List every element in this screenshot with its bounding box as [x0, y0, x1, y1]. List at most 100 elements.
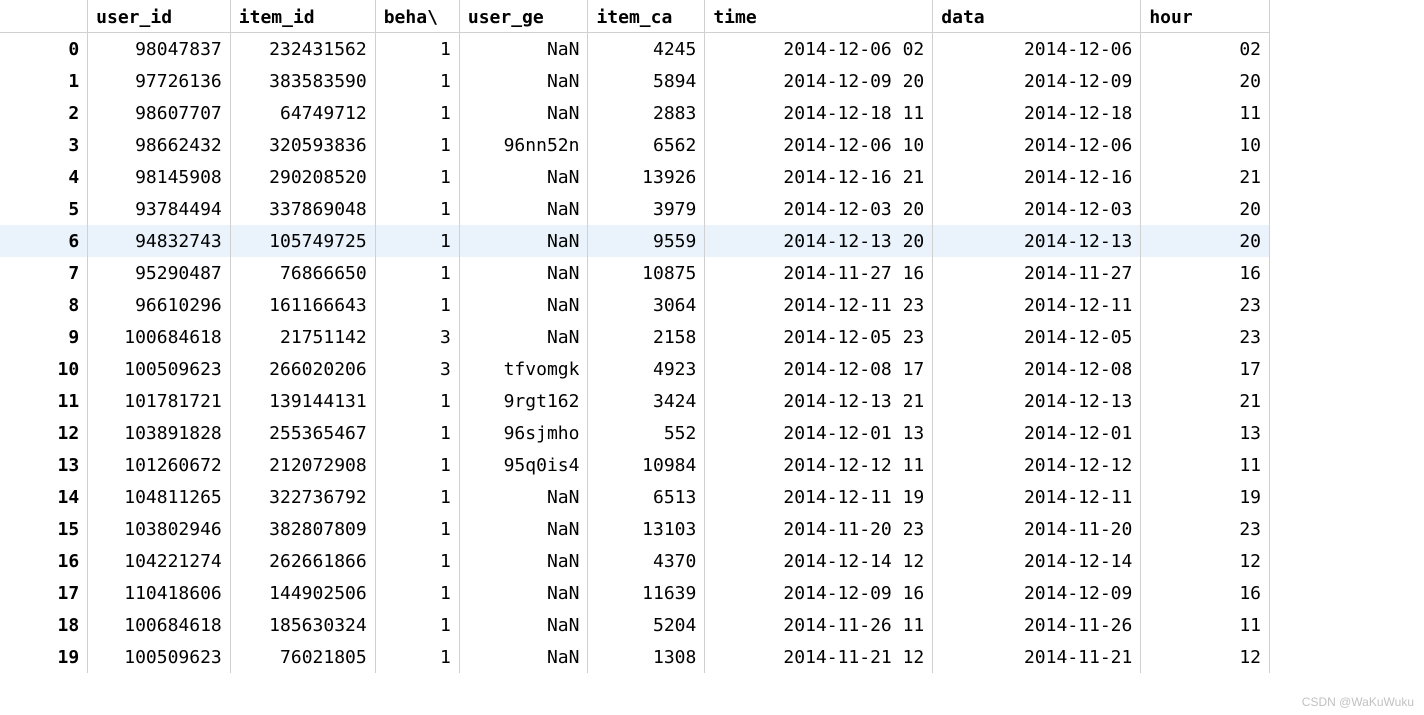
- col-header-item-ca[interactable]: item_ca: [588, 0, 705, 33]
- cell-beha: 1: [375, 417, 459, 449]
- dataframe-table[interactable]: user_id item_id beha\ user_ge item_ca ti…: [0, 0, 1270, 673]
- cell-beha: 1: [375, 129, 459, 161]
- table-row[interactable]: 1110178172113914413119rgt16234242014-12-…: [0, 385, 1270, 417]
- col-header-user-id[interactable]: user_id: [88, 0, 231, 33]
- cell-hour: 11: [1141, 97, 1270, 129]
- col-header-beha[interactable]: beha\: [375, 0, 459, 33]
- cell-item-id: 383583590: [230, 65, 375, 97]
- table-row[interactable]: 1977261363835835901NaN58942014-12-09 202…: [0, 65, 1270, 97]
- table-row[interactable]: 298607707647497121NaN28832014-12-18 1120…: [0, 97, 1270, 129]
- cell-item-ca: 13103: [588, 513, 705, 545]
- cell-user-id: 103891828: [88, 417, 231, 449]
- cell-time: 2014-12-11 19: [705, 481, 933, 513]
- cell-hour: 21: [1141, 161, 1270, 193]
- cell-item-ca: 10875: [588, 257, 705, 289]
- cell-beha: 1: [375, 289, 459, 321]
- cell-user-id: 101781721: [88, 385, 231, 417]
- cell-item-id: 185630324: [230, 609, 375, 641]
- table-row[interactable]: 171104186061449025061NaN116392014-12-09 …: [0, 577, 1270, 609]
- cell-time: 2014-12-12 11: [705, 449, 933, 481]
- table-row[interactable]: 398662432320593836196nn52n65622014-12-06…: [0, 129, 1270, 161]
- cell-hour: 23: [1141, 513, 1270, 545]
- cell-beha: 1: [375, 449, 459, 481]
- cell-item-ca: 6513: [588, 481, 705, 513]
- cell-beha: 1: [375, 641, 459, 673]
- table-row[interactable]: 0980478372324315621NaN42452014-12-06 022…: [0, 33, 1270, 66]
- cell-user-ge: NaN: [459, 97, 588, 129]
- cell-data: 2014-12-03: [933, 193, 1141, 225]
- cell-time: 2014-12-09 16: [705, 577, 933, 609]
- cell-hour: 10: [1141, 129, 1270, 161]
- table-row[interactable]: 5937844943378690481NaN39792014-12-03 202…: [0, 193, 1270, 225]
- table-row[interactable]: 161042212742626618661NaN43702014-12-14 1…: [0, 545, 1270, 577]
- cell-item-id: 322736792: [230, 481, 375, 513]
- cell-data: 2014-12-11: [933, 481, 1141, 513]
- table-row[interactable]: 181006846181856303241NaN52042014-11-26 1…: [0, 609, 1270, 641]
- cell-item-ca: 2158: [588, 321, 705, 353]
- cell-user-id: 97726136: [88, 65, 231, 97]
- cell-user-ge: NaN: [459, 33, 588, 66]
- cell-item-id: 290208520: [230, 161, 375, 193]
- cell-user-ge: NaN: [459, 257, 588, 289]
- cell-time: 2014-12-05 23: [705, 321, 933, 353]
- cell-time: 2014-12-16 21: [705, 161, 933, 193]
- col-header-item-id[interactable]: item_id: [230, 0, 375, 33]
- cell-beha: 3: [375, 353, 459, 385]
- cell-time: 2014-11-27 16: [705, 257, 933, 289]
- row-index: 18: [0, 609, 88, 641]
- cell-item-ca: 552: [588, 417, 705, 449]
- cell-user-id: 95290487: [88, 257, 231, 289]
- cell-hour: 02: [1141, 33, 1270, 66]
- col-header-data[interactable]: data: [933, 0, 1141, 33]
- col-header-hour[interactable]: hour: [1141, 0, 1270, 33]
- cell-item-id: 382807809: [230, 513, 375, 545]
- cell-item-ca: 11639: [588, 577, 705, 609]
- col-header-user-ge[interactable]: user_ge: [459, 0, 588, 33]
- cell-user-id: 98145908: [88, 161, 231, 193]
- cell-user-ge: NaN: [459, 641, 588, 673]
- table-row[interactable]: 13101260672212072908195q0is4109842014-12…: [0, 449, 1270, 481]
- cell-item-ca: 4370: [588, 545, 705, 577]
- table-row[interactable]: 9100684618217511423NaN21582014-12-05 232…: [0, 321, 1270, 353]
- cell-beha: 1: [375, 257, 459, 289]
- cell-item-id: 76021805: [230, 641, 375, 673]
- row-index: 4: [0, 161, 88, 193]
- col-header-time[interactable]: time: [705, 0, 933, 33]
- cell-beha: 1: [375, 33, 459, 66]
- table-row[interactable]: 19100509623760218051NaN13082014-11-21 12…: [0, 641, 1270, 673]
- table-row[interactable]: 6948327431057497251NaN95592014-12-13 202…: [0, 225, 1270, 257]
- table-row[interactable]: 12103891828255365467196sjmho5522014-12-0…: [0, 417, 1270, 449]
- cell-item-ca: 4923: [588, 353, 705, 385]
- row-index: 1: [0, 65, 88, 97]
- cell-user-id: 100684618: [88, 609, 231, 641]
- cell-hour: 11: [1141, 609, 1270, 641]
- cell-data: 2014-12-18: [933, 97, 1141, 129]
- cell-hour: 16: [1141, 577, 1270, 609]
- cell-item-id: 255365467: [230, 417, 375, 449]
- table-row[interactable]: 101005096232660202063tfvomgk49232014-12-…: [0, 353, 1270, 385]
- cell-user-id: 93784494: [88, 193, 231, 225]
- cell-item-ca: 6562: [588, 129, 705, 161]
- table-row[interactable]: 795290487768666501NaN108752014-11-27 162…: [0, 257, 1270, 289]
- cell-user-id: 98607707: [88, 97, 231, 129]
- cell-item-ca: 5204: [588, 609, 705, 641]
- table-row[interactable]: 141048112653227367921NaN65132014-12-11 1…: [0, 481, 1270, 513]
- row-index: 16: [0, 545, 88, 577]
- table-row[interactable]: 4981459082902085201NaN139262014-12-16 21…: [0, 161, 1270, 193]
- cell-user-id: 96610296: [88, 289, 231, 321]
- cell-hour: 11: [1141, 449, 1270, 481]
- cell-item-ca: 13926: [588, 161, 705, 193]
- cell-hour: 16: [1141, 257, 1270, 289]
- cell-data: 2014-11-27: [933, 257, 1141, 289]
- table-row[interactable]: 151038029463828078091NaN131032014-11-20 …: [0, 513, 1270, 545]
- cell-hour: 21: [1141, 385, 1270, 417]
- cell-data: 2014-11-26: [933, 609, 1141, 641]
- cell-item-ca: 2883: [588, 97, 705, 129]
- index-header: [0, 0, 88, 33]
- cell-data: 2014-12-14: [933, 545, 1141, 577]
- table-row[interactable]: 8966102961611666431NaN30642014-12-11 232…: [0, 289, 1270, 321]
- cell-data: 2014-12-06: [933, 129, 1141, 161]
- cell-user-ge: NaN: [459, 481, 588, 513]
- row-index: 7: [0, 257, 88, 289]
- cell-user-id: 94832743: [88, 225, 231, 257]
